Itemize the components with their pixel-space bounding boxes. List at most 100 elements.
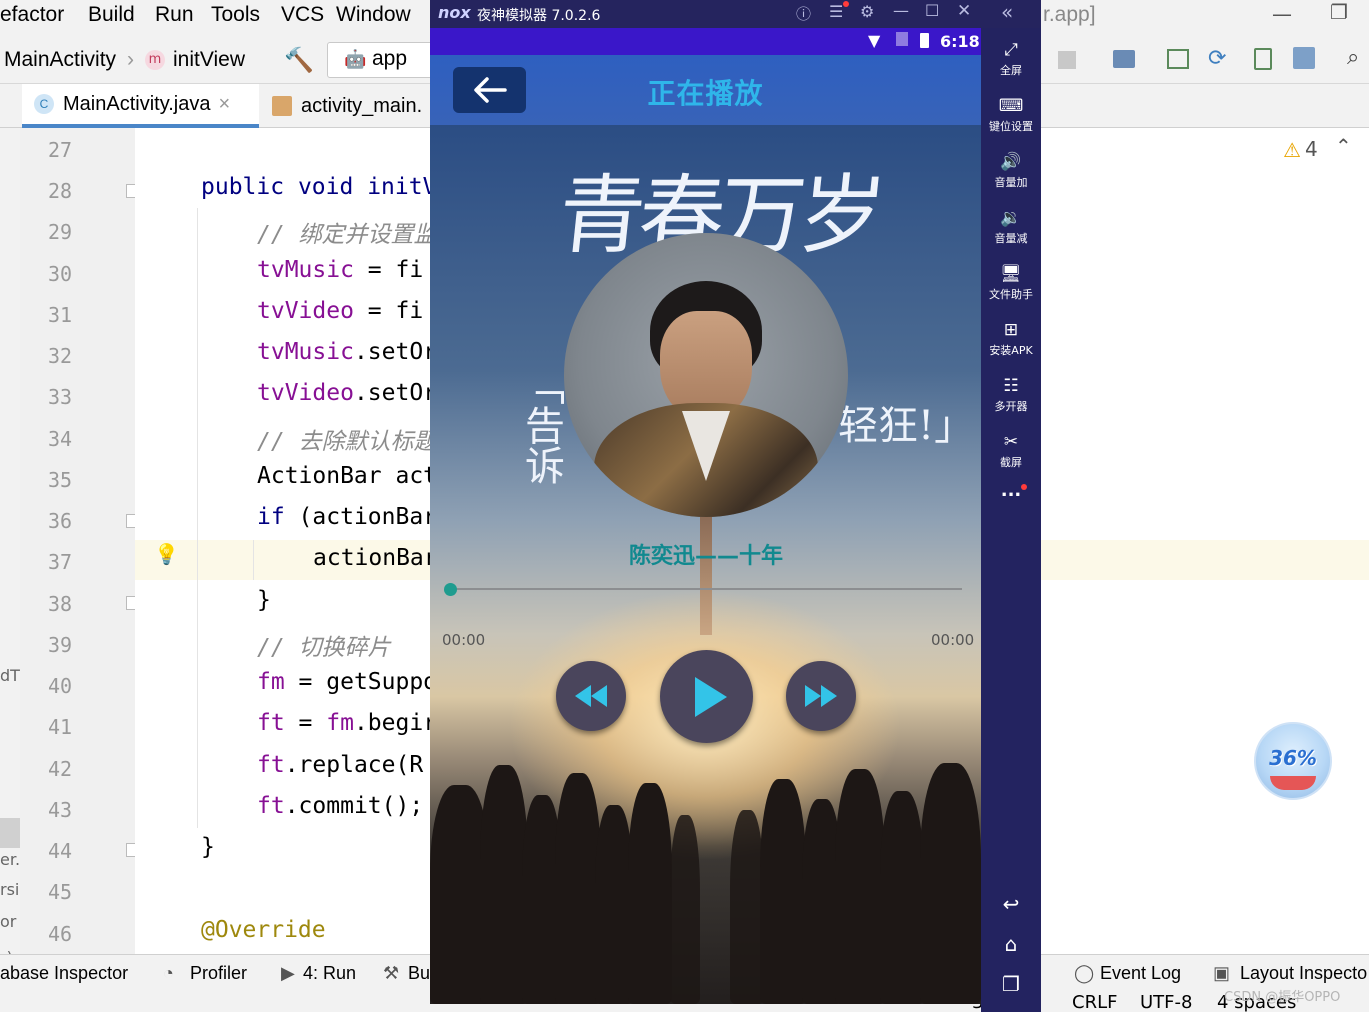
keyword: if xyxy=(257,504,285,530)
menu-refactor[interactable]: efactor xyxy=(0,3,64,27)
code-line-44: } xyxy=(201,834,215,860)
code-text: = fi xyxy=(353,298,424,324)
sidebar-file-assistant[interactable]: 🖥 文件助手 xyxy=(981,264,1041,302)
event-log-tab[interactable]: Event Log xyxy=(1100,963,1181,984)
layout-inspector-icon: ▣ xyxy=(1213,963,1231,983)
code-line-34: // 去除默认标题 xyxy=(257,429,437,455)
multi-instance-icon: ☷ xyxy=(1003,376,1019,396)
emulator-sidebar: ⤢ 全屏 ⌨ 键位设置 🔊 音量加 🔉 音量减 🖥 文件助手 ⊞ 安装APK ☷ 多开器 ✂ 截… xyxy=(981,28,1041,1012)
class-icon: C xyxy=(34,94,54,114)
file-encoding[interactable]: UTF-8 xyxy=(1140,992,1192,1013)
sidebar-multi-instance[interactable]: ☷ 多开器 xyxy=(981,376,1041,414)
more-icon: ... xyxy=(1000,480,1022,501)
tab-activity-main[interactable]: activity_main. xyxy=(268,84,433,128)
method-name: initV xyxy=(367,174,437,200)
fast-forward-button[interactable] xyxy=(786,661,856,731)
play-button[interactable] xyxy=(660,650,753,743)
sidebar-volume-up[interactable]: 🔊 音量加 xyxy=(981,152,1041,190)
sdk-manager-icon[interactable] xyxy=(1293,47,1315,69)
tab-label: MainActivity.java xyxy=(63,92,211,115)
seek-bar-track[interactable] xyxy=(450,588,962,590)
run-config-select[interactable]: 🤖 app xyxy=(327,42,435,78)
breadcrumb-class[interactable]: MainActivity xyxy=(4,48,116,72)
sidebar-keymap[interactable]: ⌨ 键位设置 xyxy=(981,96,1041,134)
poster-crowd xyxy=(430,755,981,1004)
sidebar-fullscreen[interactable]: ⤢ 全屏 xyxy=(981,40,1041,78)
menu-build[interactable]: Build xyxy=(88,3,135,27)
database-inspector-tab[interactable]: abase Inspector xyxy=(0,963,128,984)
volume-down-icon: 🔉 xyxy=(1000,208,1022,228)
code-text: .setOr xyxy=(353,380,438,406)
device-manager-icon[interactable] xyxy=(1254,48,1272,70)
sidebar-more[interactable]: ... xyxy=(981,480,1041,501)
line-number: 44 xyxy=(48,839,73,863)
indent-guide xyxy=(197,208,198,828)
menu-window[interactable]: Window xyxy=(336,3,411,27)
emulator-title: 夜神模拟器 7.0.2.6 xyxy=(477,8,601,24)
warning-icon[interactable]: ⚠ xyxy=(1283,138,1301,162)
run-tab[interactable]: 4: Run xyxy=(303,963,356,984)
menu-tools[interactable]: Tools xyxy=(211,3,260,27)
line-number: 39 xyxy=(48,633,73,657)
build-hammer-icon[interactable]: 🔨 xyxy=(284,46,314,74)
line-number: 46 xyxy=(48,922,73,946)
rewind-button[interactable] xyxy=(556,661,626,731)
line-number: 32 xyxy=(48,344,73,368)
profiler-tab[interactable]: Profiler xyxy=(190,963,247,984)
poster-quote-left: 「告诉 xyxy=(518,365,564,485)
sync-icon[interactable]: ⟳ xyxy=(1208,46,1226,71)
code-text: .begir xyxy=(353,710,438,736)
sidebar-screenshot[interactable]: ✂ 截屏 xyxy=(981,432,1041,470)
ide-restore-icon[interactable]: ❐ xyxy=(1330,0,1348,24)
code-line-38: } xyxy=(257,587,271,613)
maximize-icon[interactable]: ☐ xyxy=(925,1,939,20)
line-number: 30 xyxy=(48,262,73,286)
search-icon[interactable]: ⌕ xyxy=(1347,45,1359,70)
android-back-icon[interactable]: ↩ xyxy=(981,892,1041,916)
settings-gear-icon[interactable]: ⚙ xyxy=(860,2,874,21)
song-title: 陈奕迅——十年 xyxy=(628,544,783,569)
line-number: 40 xyxy=(48,674,73,698)
line-separator[interactable]: CRLF xyxy=(1072,992,1117,1013)
android-recents-icon[interactable]: ❐ xyxy=(981,972,1041,996)
tab-mainactivity[interactable]: C MainActivity.java × xyxy=(22,84,259,128)
sidebar-install-apk[interactable]: ⊞ 安装APK xyxy=(981,320,1041,358)
warning-count: 4 xyxy=(1305,137,1318,161)
code-text: = xyxy=(284,710,327,736)
volume-up-icon: 🔊 xyxy=(1000,152,1022,172)
menu-vcs[interactable]: VCS xyxy=(281,3,324,27)
code-line-35: ActionBar act xyxy=(257,463,438,489)
android-home-icon[interactable]: ⌂ xyxy=(981,932,1041,956)
android-icon: 🤖 xyxy=(344,49,367,70)
ide-minimize-icon[interactable]: — xyxy=(1272,2,1292,26)
minimize-icon[interactable]: — xyxy=(893,1,909,20)
sidebar-volume-down[interactable]: 🔉 音量减 xyxy=(981,208,1041,246)
code-line-32: tvMusic.setOr xyxy=(257,339,437,365)
total-time: 00:00 xyxy=(931,631,975,649)
keyword: void xyxy=(297,174,354,200)
status-time: 6:18 xyxy=(940,32,980,51)
stop-icon[interactable] xyxy=(1058,51,1076,69)
layout-inspector-tab[interactable]: Layout Inspecto xyxy=(1240,963,1367,984)
avd-manager-icon[interactable] xyxy=(1167,49,1189,69)
collapse-sidebar-icon[interactable]: « xyxy=(1001,0,1013,24)
sidebar-label: 截屏 xyxy=(1000,456,1022,469)
field: ft xyxy=(257,710,285,736)
sidebar-label: 全屏 xyxy=(1000,64,1022,77)
poster-figure xyxy=(700,515,712,635)
close-icon[interactable]: × xyxy=(218,93,230,116)
seek-bar-thumb[interactable] xyxy=(444,583,457,596)
close-icon[interactable]: ✕ xyxy=(957,1,971,21)
menu-run[interactable]: Run xyxy=(155,3,194,27)
field: tvVideo xyxy=(257,380,354,406)
menu-icon[interactable]: ☰ xyxy=(829,2,843,21)
chevron-up-icon[interactable]: ⌃ xyxy=(1335,134,1352,158)
help-icon[interactable]: ⓘ xyxy=(796,3,811,24)
notification-dot xyxy=(843,1,849,7)
nox-float-ball[interactable]: 36% xyxy=(1254,722,1332,800)
build-tab[interactable]: Bu xyxy=(408,963,430,984)
breadcrumb-method[interactable]: initView xyxy=(173,48,245,72)
ide-window-title: r.app] xyxy=(1043,3,1096,26)
code-text: = fi xyxy=(353,257,424,283)
project-structure-icon[interactable] xyxy=(1113,50,1135,68)
